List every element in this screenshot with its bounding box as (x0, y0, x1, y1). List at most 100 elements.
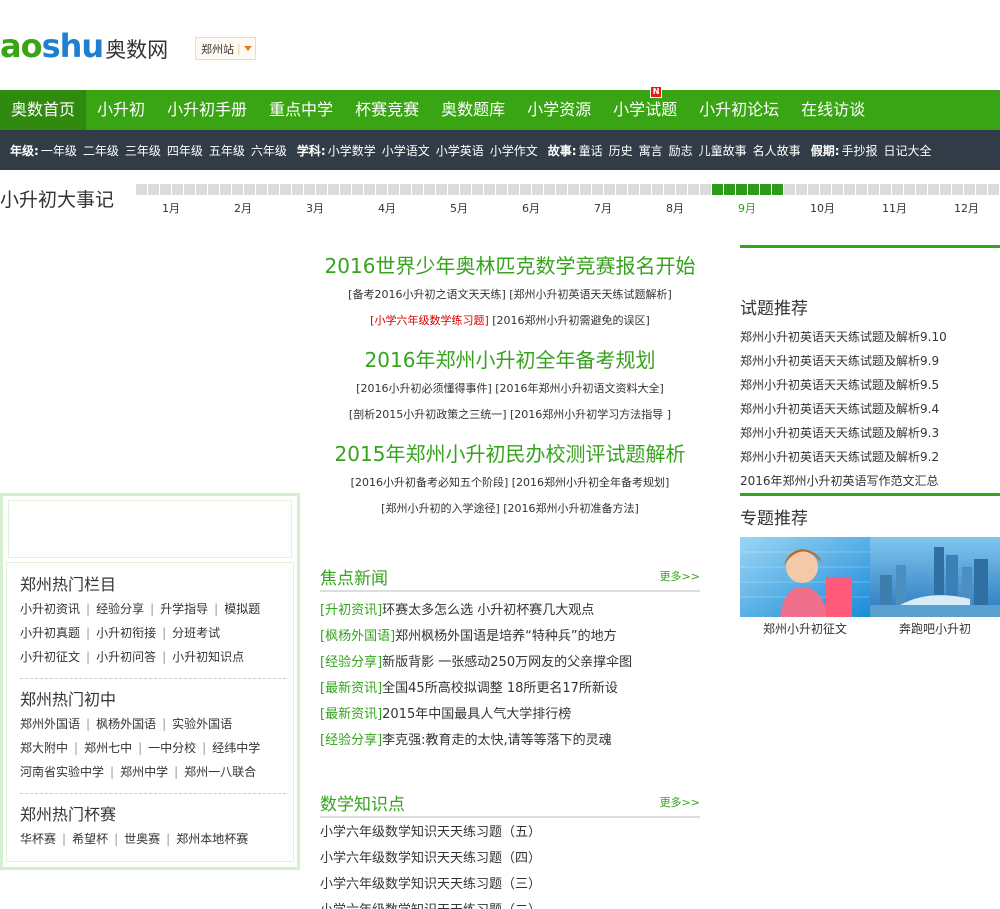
news-text[interactable]: 2015年中国最具人气大学排行榜 (382, 707, 571, 722)
subnav-holiday-link[interactable]: 手抄报 (842, 142, 878, 159)
nav-item-competitions[interactable]: 杯赛竞赛 (344, 90, 430, 130)
headline-links[interactable]: [备考2016小升初之语文天天练] [郑州小升初英语天天练试题解析] (320, 282, 700, 308)
nav-item-forum[interactable]: 小升初论坛 (688, 90, 790, 130)
nav-item-xsc[interactable]: 小升初 (86, 90, 156, 130)
news-item[interactable]: [最新资讯]全国45所高校拟调整 18所更名17所新设 (320, 676, 700, 702)
sidebar-link[interactable]: 升学指导 (160, 602, 208, 616)
news-text[interactable]: 环赛太多怎么选 小升初杯赛几大观点 (382, 603, 594, 618)
subnav-subject-link[interactable]: 小学语文 (382, 142, 430, 159)
headline-link-highlight[interactable]: [小学六年级数学练习题] (370, 314, 489, 327)
nav-item-interview[interactable]: 在线访谈 (790, 90, 876, 130)
topic-caption[interactable]: 奔跑吧小升初 (870, 617, 1000, 641)
nav-item-tests[interactable]: 小学试题 N (602, 86, 688, 130)
subnav-grade-link[interactable]: 三年级 (125, 142, 161, 159)
headline-links[interactable]: [剖析2015小升初政策之三统一] [2016郑州小升初学习方法指导 ] (320, 402, 700, 428)
nav-item-handbook[interactable]: 小升初手册 (156, 90, 258, 130)
timeline-month[interactable]: 5月 (450, 200, 468, 216)
news-text[interactable]: 李克强:教育走的太快,请等等落下的灵魂 (382, 733, 612, 748)
test-item[interactable]: 郑州小升初英语天天练试题及解析9.9 (740, 349, 1000, 373)
topic-card[interactable]: 奔跑吧小升初 (870, 537, 1000, 641)
headline-title[interactable]: 2016年郑州小升初全年备考规划 (320, 344, 700, 376)
timeline-month[interactable]: 9月 (738, 200, 756, 216)
headline-title[interactable]: 2016世界少年奥林匹克数学竞赛报名开始 (320, 250, 700, 282)
sidebar-link[interactable]: 小升初真题 (20, 626, 80, 640)
list-item[interactable]: 小学六年级数学知识天天练习题（五） (320, 820, 700, 846)
sidebar-link[interactable]: 郑大附中 (20, 741, 68, 755)
subnav-story-link[interactable]: 儿童故事 (699, 142, 747, 159)
subnav-subject-link[interactable]: 小学作文 (490, 142, 538, 159)
headline-links[interactable]: [郑州小升初的入学途径] [2016郑州小升初准备方法] (320, 496, 700, 522)
topic-image-city[interactable] (870, 537, 1000, 617)
news-tag[interactable]: [经验分享] (320, 655, 382, 670)
sidebar-link[interactable]: 河南省实验中学 (20, 765, 104, 779)
subnav-grade-link[interactable]: 六年级 (251, 142, 287, 159)
nav-item-home[interactable]: 奥数首页 (0, 90, 87, 130)
timeline-month[interactable]: 12月 (954, 200, 979, 216)
test-item[interactable]: 2016年郑州小升初英语写作范文汇总 (740, 469, 1000, 493)
news-tag[interactable]: [最新资讯] (320, 707, 382, 722)
timeline-month[interactable]: 3月 (306, 200, 324, 216)
subnav-story-link[interactable]: 励志 (669, 142, 693, 159)
test-item[interactable]: 郑州小升初英语天天练试题及解析9.3 (740, 421, 1000, 445)
subnav-subject-link[interactable]: 小学数学 (328, 142, 376, 159)
news-item[interactable]: [经验分享]李克强:教育走的太快,请等等落下的灵魂 (320, 728, 700, 754)
subnav-story-link[interactable]: 寓言 (639, 142, 663, 159)
list-item[interactable]: 小学六年级数学知识天天练习题（二） (320, 898, 700, 909)
topic-caption[interactable]: 郑州小升初征文 (740, 617, 870, 641)
sidebar-link[interactable]: 小升初资讯 (20, 602, 80, 616)
subnav-story-link[interactable]: 名人故事 (753, 142, 801, 159)
news-text[interactable]: 全国45所高校拟调整 18所更名17所新设 (382, 681, 618, 696)
sidebar-link[interactable]: 世奥赛 (124, 832, 160, 846)
sidebar-link[interactable]: 实验外国语 (172, 717, 232, 731)
subnav-subject-link[interactable]: 小学英语 (436, 142, 484, 159)
news-tag[interactable]: [经验分享] (320, 733, 382, 748)
timeline-month[interactable]: 10月 (810, 200, 835, 216)
sidebar-link[interactable]: 华杯赛 (20, 832, 56, 846)
timeline-month[interactable]: 11月 (882, 200, 907, 216)
news-tag[interactable]: [最新资讯] (320, 681, 382, 696)
test-item[interactable]: 郑州小升初英语天天练试题及解析9.4 (740, 397, 1000, 421)
site-selector[interactable]: 郑州站 | (195, 37, 256, 60)
sidebar-link[interactable]: 郑州本地杯赛 (176, 832, 248, 846)
nav-item-resources[interactable]: 小学资源 (516, 90, 602, 130)
headline-link[interactable]: [2016郑州小升初需避免的误区] (489, 314, 650, 327)
subnav-grade-link[interactable]: 二年级 (83, 142, 119, 159)
timeline-month[interactable]: 6月 (522, 200, 540, 216)
test-item[interactable]: 郑州小升初英语天天练试题及解析9.2 (740, 445, 1000, 469)
sidebar-link[interactable]: 经纬中学 (212, 741, 260, 755)
aoshu-logo[interactable]: aoshu 奥数网 (0, 26, 168, 66)
sidebar-link[interactable]: 郑州外国语 (20, 717, 80, 731)
nav-item-key-schools[interactable]: 重点中学 (258, 90, 344, 130)
headline-links[interactable]: [2016小升初备考必知五个阶段] [2016郑州小升初全年备考规划] (320, 470, 700, 496)
sidebar-link[interactable]: 小升初问答 (96, 650, 156, 664)
headline-links[interactable]: [2016小升初必须懂得事件] [2016年郑州小升初语文资料大全] (320, 376, 700, 402)
sidebar-link[interactable]: 郑州中学 (120, 765, 168, 779)
timeline-month[interactable]: 7月 (594, 200, 612, 216)
timeline-month[interactable]: 2月 (234, 200, 252, 216)
math-points-more-link[interactable]: 更多>> (660, 794, 700, 810)
sidebar-link[interactable]: 枫杨外国语 (96, 717, 156, 731)
news-text[interactable]: 郑州枫杨外国语是培养“特种兵”的地方 (395, 629, 616, 644)
news-item[interactable]: [枫杨外国语]郑州枫杨外国语是培养“特种兵”的地方 (320, 624, 700, 650)
news-item[interactable]: [最新资讯]2015年中国最具人气大学排行榜 (320, 702, 700, 728)
subnav-story-link[interactable]: 童话 (579, 142, 603, 159)
test-item[interactable]: 郑州小升初英语天天练试题及解析9.10 (740, 325, 1000, 349)
timeline-month[interactable]: 1月 (162, 200, 180, 216)
headline-title[interactable]: 2015年郑州小升初民办校测评试题解析 (320, 438, 700, 470)
subnav-holiday-link[interactable]: 日记大全 (884, 142, 932, 159)
sidebar-link[interactable]: 希望杯 (72, 832, 108, 846)
sidebar-link[interactable]: 小升初衔接 (96, 626, 156, 640)
sidebar-link[interactable]: 郑州七中 (84, 741, 132, 755)
topic-card[interactable]: 郑州小升初征文 (740, 537, 870, 641)
sidebar-link[interactable]: 小升初知识点 (172, 650, 244, 664)
news-item[interactable]: [升初资讯]环赛太多怎么选 小升初杯赛几大观点 (320, 598, 700, 624)
focus-news-more-link[interactable]: 更多>> (660, 568, 700, 584)
list-item[interactable]: 小学六年级数学知识天天练习题（四） (320, 846, 700, 872)
subnav-story-link[interactable]: 历史 (609, 142, 633, 159)
topic-image-girl[interactable] (740, 537, 870, 617)
nav-item-question-bank[interactable]: 奥数题库 (430, 90, 516, 130)
subnav-grade-link[interactable]: 五年级 (209, 142, 245, 159)
timeline-month[interactable]: 8月 (666, 200, 684, 216)
subnav-grade-link[interactable]: 四年级 (167, 142, 203, 159)
sidebar-link[interactable]: 经验分享 (96, 602, 144, 616)
